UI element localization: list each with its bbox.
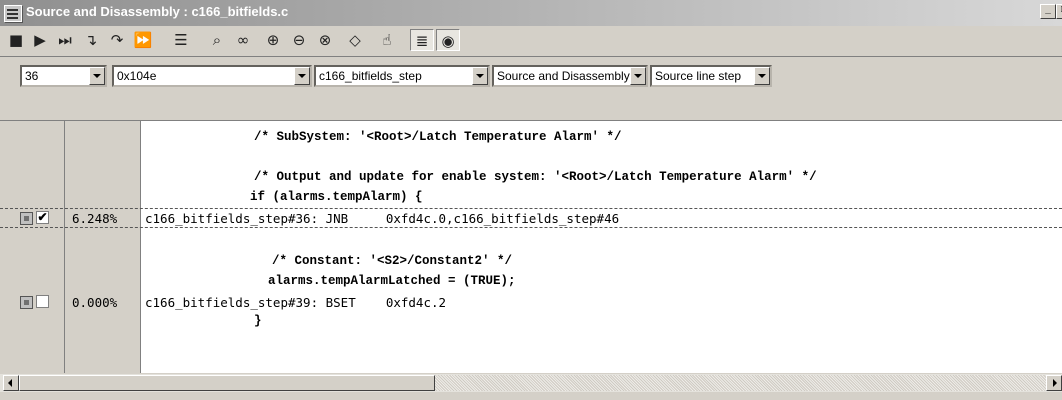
address-value: 0x104e <box>117 69 157 83</box>
function-dropdown[interactable]: c166_bitfields_step <box>314 65 490 87</box>
toolbar: ■ ▶ ⏭ ↴ ↷ ⏩ ☰ ⌕ ∞ ⊕ ⊖ ⊗ ◇ ☝ ≣ ◉ <box>0 26 1062 57</box>
zoom-in-icon[interactable]: ⊕ <box>262 29 284 51</box>
line-number-value: 36 <box>25 69 39 83</box>
find-icon[interactable]: ⌕ <box>206 29 228 51</box>
zoom-fit-icon[interactable]: ⊗ <box>314 29 336 51</box>
step-mode-dropdown[interactable]: Source line step <box>650 65 772 87</box>
breakpoint-icon[interactable] <box>20 296 33 309</box>
selector-bar: 36 0x104e c166_bitfields_step Source and… <box>0 57 1062 93</box>
scroll-thumb[interactable] <box>19 375 435 391</box>
source-line: alarms.tempAlarmLatched = (TRUE); <box>268 274 516 288</box>
profile-gutter <box>65 121 141 373</box>
source-view-icon[interactable]: ≣ <box>410 29 434 51</box>
profile-icon[interactable]: ◉ <box>436 29 460 51</box>
source-line: if (alarms.tempAlarm) { <box>250 190 423 204</box>
chevron-down-icon[interactable] <box>472 67 488 85</box>
scroll-right-icon[interactable] <box>1046 375 1062 391</box>
minimize-button[interactable]: _ <box>1040 4 1056 19</box>
step-over-icon[interactable]: ↷ <box>106 29 128 51</box>
chevron-down-icon[interactable] <box>89 67 105 85</box>
stop-icon[interactable]: ■ <box>6 29 26 51</box>
maximize-icon: □ <box>1057 3 1062 17</box>
address-dropdown[interactable]: 0x104e <box>112 65 312 87</box>
source-line: /* Output and update for enable system: … <box>254 170 817 184</box>
find-next-icon[interactable]: ∞ <box>232 29 254 51</box>
scroll-left-icon[interactable] <box>3 375 19 391</box>
maximize-button[interactable]: □ <box>1056 4 1062 19</box>
enable-checkbox[interactable] <box>36 295 49 308</box>
source-disassembly-window: Source and Disassembly : c166_bitfields.… <box>0 0 1062 400</box>
window-bottom-border <box>0 392 1062 400</box>
disassembly-line: c166_bitfields_step#39: BSET 0xfd4c.2 <box>145 295 447 310</box>
hand-icon[interactable]: ☝ <box>376 29 398 51</box>
step-out-icon[interactable]: ⏩ <box>132 29 154 51</box>
run-icon[interactable]: ▶ <box>30 29 50 51</box>
profile-percent: 6.248% <box>72 211 118 226</box>
zoom-out-icon[interactable]: ⊖ <box>288 29 310 51</box>
breakpoint-gutter[interactable] <box>0 121 65 373</box>
title-bar: Source and Disassembly : c166_bitfields.… <box>0 0 1062 26</box>
chevron-down-icon[interactable] <box>754 67 770 85</box>
step-into-icon[interactable]: ↴ <box>80 29 102 51</box>
chevron-down-icon[interactable] <box>630 67 646 85</box>
source-line: /* SubSystem: '<Root>/Latch Temperature … <box>254 130 622 144</box>
diamond-icon[interactable]: ◇ <box>344 29 366 51</box>
profile-percent: 0.000% <box>72 295 118 310</box>
code-view[interactable]: /* SubSystem: '<Root>/Latch Temperature … <box>0 120 1062 373</box>
step-mode-value: Source line step <box>655 69 742 83</box>
minimize-icon: _ <box>1045 4 1051 15</box>
breakpoint-icon[interactable] <box>20 212 33 225</box>
view-mode-dropdown[interactable]: Source and Disassembly <box>492 65 648 87</box>
chevron-down-icon[interactable] <box>294 67 310 85</box>
disassembly-line: c166_bitfields_step#36: JNB 0xfd4c.0,c16… <box>145 211 620 226</box>
window-title: Source and Disassembly : c166_bitfields.… <box>26 4 289 19</box>
source-line: /* Constant: '<S2>/Constant2' */ <box>272 254 513 268</box>
function-value: c166_bitfields_step <box>319 69 422 83</box>
scroll-track[interactable] <box>435 375 1046 391</box>
skip-to-end-icon[interactable]: ⏭ <box>54 29 76 51</box>
source-line: } <box>254 314 262 328</box>
align-icon[interactable]: ☰ <box>170 29 192 51</box>
enable-checkbox[interactable]: ✔ <box>36 211 49 224</box>
line-number-dropdown[interactable]: 36 <box>20 65 107 87</box>
view-mode-value: Source and Disassembly <box>497 69 630 83</box>
horizontal-scrollbar[interactable] <box>0 374 1062 392</box>
window-menu-icon[interactable] <box>4 5 22 22</box>
